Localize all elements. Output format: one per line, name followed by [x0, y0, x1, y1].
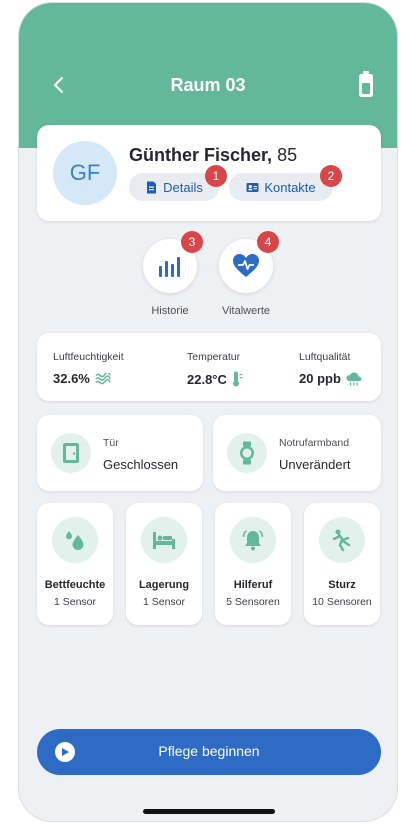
- contacts-label: Kontakte: [264, 179, 316, 195]
- humidity-icon: [95, 372, 111, 384]
- battery-icon: [359, 71, 373, 97]
- sensor-icon-wrap: [141, 517, 187, 563]
- humidity-value-text: 32.6%: [53, 371, 90, 386]
- start-care-button[interactable]: Pflege beginnen: [37, 729, 381, 775]
- patient-card: GF Günther Fischer, 85 Details 1 Kontakt…: [37, 125, 381, 221]
- sensor-icon-wrap: [319, 517, 365, 563]
- thermometer-icon: [232, 371, 243, 387]
- badge-1: 1: [205, 165, 227, 187]
- sensor-positioning[interactable]: Lagerung 1 Sensor: [126, 503, 202, 625]
- patient-age: 85: [277, 145, 298, 165]
- avatar: GF: [53, 141, 117, 205]
- bell-alarm-icon: [242, 530, 264, 551]
- history-label: Historie: [151, 305, 189, 317]
- bar-chart-icon: [159, 257, 180, 277]
- sensor-fall[interactable]: Sturz 10 Sensoren: [304, 503, 380, 625]
- sensor-count: 10 Sensoren: [312, 596, 372, 608]
- watch-icon-wrap: [227, 433, 267, 473]
- temperature-label: Temperatur: [187, 351, 241, 363]
- environment-card: Luftfeuchtigkeit 32.6% Temperatur 22.8°C…: [37, 333, 381, 401]
- emergency-band-label: Notrufarmband: [279, 437, 350, 449]
- air-quality-value-text: 20 ppb: [299, 371, 341, 386]
- sensor-count: 1 Sensor: [142, 596, 186, 608]
- start-care-label: Pflege beginnen: [158, 743, 260, 759]
- page-title: Raum 03: [170, 75, 246, 95]
- temperature-value-text: 22.8°C: [187, 371, 227, 387]
- sensor-icon-wrap: [52, 517, 98, 563]
- sensor-help-call[interactable]: Hilferuf 5 Sensoren: [215, 503, 291, 625]
- document-icon: [147, 181, 157, 193]
- details-label: Details: [163, 179, 203, 195]
- vitals-label: Vitalwerte: [221, 305, 271, 317]
- contacts-button[interactable]: Kontakte: [229, 173, 333, 201]
- heart-pulse-icon: [233, 254, 259, 277]
- air-quality-label: Luftqualität: [299, 351, 351, 363]
- emergency-band-card[interactable]: Notrufarmband Unverändert: [213, 415, 381, 491]
- humidity-label: Luftfeuchtigkeit: [53, 351, 124, 363]
- patient-name: Günther Fischer, 85: [129, 145, 297, 166]
- contact-card-icon: [246, 182, 259, 192]
- door-value: Geschlossen: [103, 457, 179, 472]
- cloud-rain-icon: [346, 372, 362, 385]
- watch-icon: [240, 441, 254, 465]
- sensor-count: 5 Sensoren: [226, 596, 280, 608]
- sensor-name: Hilferuf: [233, 579, 273, 591]
- fall-person-icon: [332, 529, 351, 552]
- air-quality-value: 20 ppb: [299, 371, 362, 386]
- phone-frame: Raum 03 GF Günther Fischer, 85 Details 1…: [18, 2, 398, 822]
- home-indicator: [143, 809, 275, 814]
- badge-4: 4: [257, 231, 279, 253]
- water-drops-icon: [66, 531, 84, 550]
- badge-2: 2: [320, 165, 342, 187]
- sensor-name: Sturz: [328, 579, 356, 591]
- badge-3: 3: [181, 231, 203, 253]
- door-status-card[interactable]: Tür Geschlossen: [37, 415, 203, 491]
- humidity-value: 32.6%: [53, 371, 111, 386]
- door-label: Tür: [103, 437, 119, 449]
- emergency-band-value: Unverändert: [279, 457, 351, 472]
- sensor-name: Bettfeuchte: [44, 579, 106, 591]
- bed-icon: [153, 532, 175, 549]
- door-icon: [63, 443, 79, 463]
- sensor-name: Lagerung: [138, 579, 190, 591]
- sensor-bed-moisture[interactable]: Bettfeuchte 1 Sensor: [37, 503, 113, 625]
- temperature-value: 22.8°C: [187, 371, 244, 387]
- sensor-count: 1 Sensor: [53, 596, 97, 608]
- door-icon-wrap: [51, 433, 91, 473]
- sensor-icon-wrap: [230, 517, 276, 563]
- patient-name-text: Günther Fischer,: [129, 145, 273, 165]
